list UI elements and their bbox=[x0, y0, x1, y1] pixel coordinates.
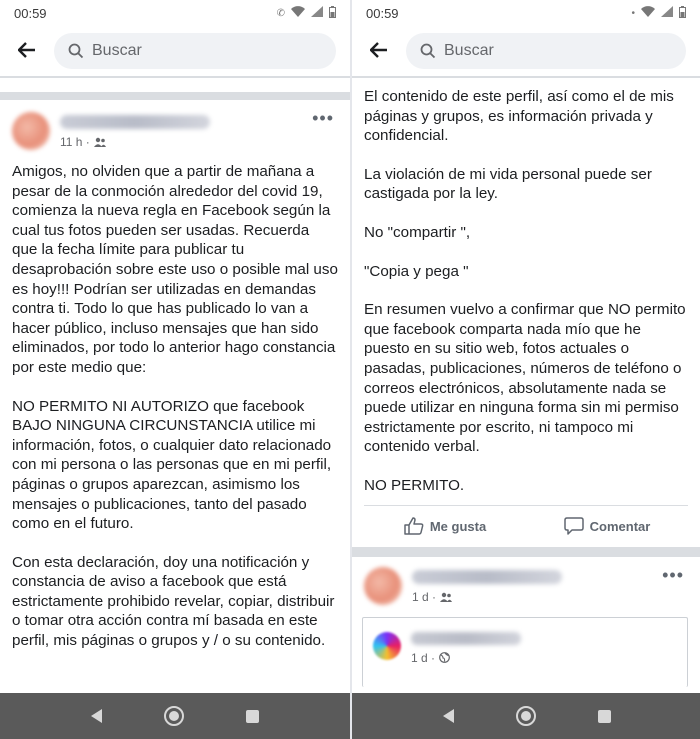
post-paragraph: NO PERMITO. bbox=[364, 476, 465, 494]
battery-icon bbox=[679, 5, 686, 21]
status-time: 00:59 bbox=[14, 5, 47, 21]
call-icon: ✆ bbox=[276, 7, 285, 19]
notification-dot-icon: • bbox=[631, 7, 635, 19]
wifi-icon bbox=[641, 6, 655, 20]
post-paragraph: En resumen vuelvo a confirmar que NO per… bbox=[364, 301, 690, 456]
search-header: Buscar bbox=[352, 26, 700, 76]
reaction-bar: Me gusta Comentar bbox=[364, 504, 688, 547]
more-options-icon[interactable]: ••• bbox=[662, 565, 684, 586]
comment-label: Comentar bbox=[589, 518, 651, 534]
avatar[interactable] bbox=[364, 566, 402, 605]
friends-audience-icon bbox=[440, 592, 453, 602]
back-arrow-icon[interactable] bbox=[14, 40, 40, 62]
status-icons: • bbox=[631, 5, 686, 21]
shared-post-time[interactable]: 1 d · bbox=[411, 651, 435, 665]
author-block: 11 h · bbox=[60, 112, 210, 149]
battery-icon bbox=[329, 5, 336, 21]
search-input[interactable]: Buscar bbox=[406, 33, 686, 69]
shared-post-card[interactable]: 1 d · bbox=[362, 616, 688, 687]
nav-back-icon[interactable] bbox=[91, 709, 102, 723]
post-time[interactable]: 11 h · bbox=[60, 135, 90, 149]
search-header: Buscar bbox=[0, 26, 350, 76]
comment-bubble-icon bbox=[563, 517, 584, 535]
post-card: 11 h · ••• Amigos, no olviden que a part… bbox=[0, 100, 350, 651]
post-header: 11 h · ••• bbox=[12, 100, 338, 152]
android-nav-bar bbox=[0, 693, 350, 739]
search-placeholder: Buscar bbox=[92, 42, 142, 59]
nav-recents-icon[interactable] bbox=[246, 709, 259, 723]
back-arrow-icon[interactable] bbox=[366, 40, 392, 62]
status-bar: 00:59 ✆ bbox=[0, 0, 350, 26]
like-button[interactable]: Me gusta bbox=[364, 517, 526, 535]
nav-recents-icon[interactable] bbox=[598, 709, 611, 723]
signal-icon bbox=[661, 6, 673, 20]
nav-back-icon[interactable] bbox=[443, 709, 454, 723]
screen-right: 00:59 • Buscar El contenido de este perf… bbox=[350, 0, 700, 739]
author-name-blurred[interactable] bbox=[412, 569, 562, 584]
comment-button[interactable]: Comentar bbox=[526, 517, 688, 535]
android-nav-bar bbox=[352, 693, 700, 739]
status-time: 00:59 bbox=[366, 5, 399, 21]
page-name-blurred[interactable] bbox=[411, 631, 521, 645]
nav-home-icon[interactable] bbox=[164, 706, 184, 726]
search-icon bbox=[420, 43, 436, 59]
search-icon bbox=[68, 43, 84, 59]
post-paragraph: El contenido de este perfil, así como el… bbox=[364, 88, 679, 145]
post-card-next: 1 d · ••• bbox=[352, 557, 700, 613]
post-meta: 1 d · bbox=[412, 590, 562, 604]
post-header: 1 d · ••• bbox=[364, 557, 688, 613]
post-continued: El contenido de este perfil, así como el… bbox=[352, 78, 700, 496]
post-paragraph: Con esta declaración, doy una notificaci… bbox=[12, 553, 339, 650]
post-paragraph: La violación de mi vida personal puede s… bbox=[364, 165, 657, 203]
author-name-blurred[interactable] bbox=[60, 115, 210, 129]
search-placeholder: Buscar bbox=[444, 42, 494, 59]
page-avatar[interactable] bbox=[373, 631, 401, 660]
post-meta: 11 h · bbox=[60, 135, 210, 149]
post-time[interactable]: 1 d · bbox=[412, 590, 436, 604]
post-paragraph: Amigos, no olviden que a partir de mañan… bbox=[12, 163, 343, 376]
more-options-icon[interactable]: ••• bbox=[312, 108, 334, 129]
thumbs-up-icon bbox=[404, 517, 424, 535]
post-paragraph: No "compartir ", bbox=[364, 223, 471, 241]
avatar[interactable] bbox=[12, 112, 50, 150]
screen-left: 00:59 ✆ Buscar 11 h · ••• Amigos, no olv… bbox=[0, 0, 350, 739]
like-label: Me gusta bbox=[429, 518, 487, 534]
wifi-icon bbox=[291, 6, 305, 20]
post-paragraph: NO PERMITO NI AUTORIZO que facebook BAJO… bbox=[12, 397, 336, 533]
author-block: 1 d · bbox=[412, 567, 562, 604]
signal-icon bbox=[311, 6, 323, 20]
status-icons: ✆ bbox=[276, 5, 336, 21]
nav-home-icon[interactable] bbox=[516, 706, 536, 726]
status-bar: 00:59 • bbox=[352, 0, 700, 26]
search-input[interactable]: Buscar bbox=[54, 33, 336, 69]
shared-post-meta: 1 d · bbox=[411, 651, 521, 665]
post-paragraph: "Copia y pega " bbox=[364, 262, 469, 280]
friends-audience-icon bbox=[93, 137, 106, 147]
globe-icon bbox=[439, 652, 450, 663]
shared-author-block: 1 d · bbox=[411, 628, 521, 665]
feed-separator bbox=[352, 546, 700, 557]
feed-separator bbox=[0, 92, 350, 100]
